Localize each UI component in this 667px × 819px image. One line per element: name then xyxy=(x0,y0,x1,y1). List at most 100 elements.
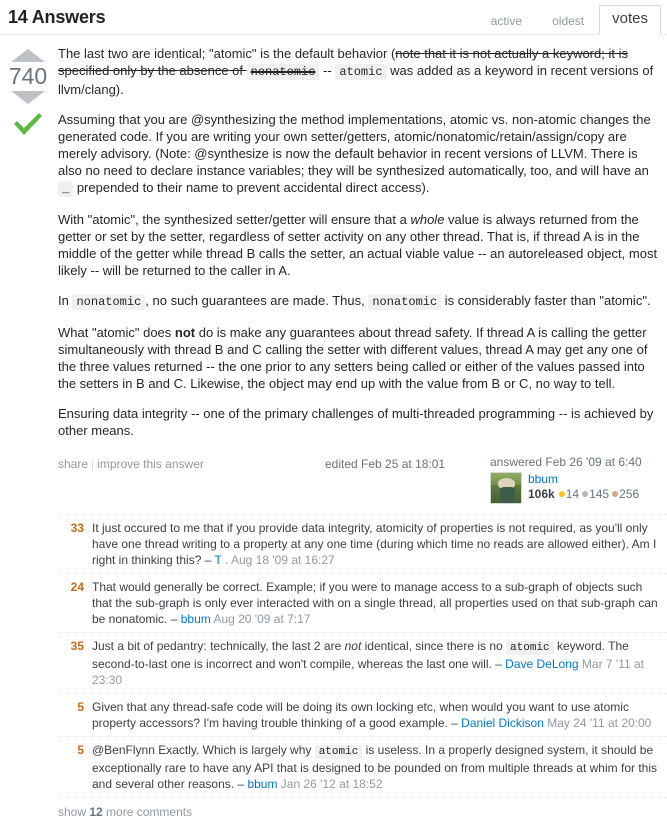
comment-text: That would generally be correct. Example… xyxy=(92,579,667,627)
p2-text-a: Assuming that you are @synthesizing the … xyxy=(58,112,651,178)
post-footer: share | improve this answer edited Feb 25 … xyxy=(58,453,665,504)
comment-body-text: It just occured to me that if you provid… xyxy=(92,521,657,567)
comment-row: 33 It just occured to me that if you prov… xyxy=(58,515,667,574)
answer-paragraph-5: What "atomic" does not do is make any gu… xyxy=(58,324,665,392)
edited-timestamp-link[interactable]: edited Feb 25 at 18:01 xyxy=(325,457,445,471)
p4-code-nonatomic-2: nonatomic xyxy=(368,294,442,310)
answers-page: 14 Answers active oldest votes 740 The l… xyxy=(0,0,667,819)
gold-badge[interactable]: 14 xyxy=(558,487,580,501)
answer-paragraph-3: With "atomic", the synthesized setter/ge… xyxy=(58,211,665,279)
comment-row: 5 @BenFlynn Exactly. Which is largely why… xyxy=(58,737,667,798)
comment-score: 24 xyxy=(70,580,84,594)
share-link[interactable]: share xyxy=(58,457,88,471)
comment-author-dash: – xyxy=(237,777,248,791)
comment-row: 5 Given that any thread-safe code will be… xyxy=(58,694,667,737)
silver-badge-count: 145 xyxy=(589,487,610,501)
p4-code-nonatomic-1: nonatomic xyxy=(72,294,146,310)
answers-header: 14 Answers active oldest votes xyxy=(0,0,667,35)
comment-text: Given that any thread-safe code will be … xyxy=(92,699,667,731)
comment-text: It just occured to me that if you provid… xyxy=(92,520,667,568)
comment-text: Just a bit of pedantry: technically, the… xyxy=(92,638,667,688)
vote-up-arrow-icon[interactable] xyxy=(11,49,45,62)
comment-row: 35 Just a bit of pedantry: technically, t… xyxy=(58,633,667,694)
show-more-comments-link[interactable]: show 12 more comments xyxy=(58,798,667,819)
show-more-count: 12 xyxy=(89,805,103,819)
avatar[interactable] xyxy=(490,472,522,504)
comment-row: 24 That would generally be correct. Examp… xyxy=(58,574,667,633)
tab-votes[interactable]: votes xyxy=(599,5,661,35)
user-name-link[interactable]: bbum xyxy=(528,472,558,486)
comment-score: 35 xyxy=(70,639,84,653)
comment-author-dash: – xyxy=(495,657,506,671)
comment-body-text: Just a bit of pedantry: technically, the… xyxy=(92,639,345,653)
comment-author-dash: – xyxy=(451,716,462,730)
comment-inline-code: atomic xyxy=(506,641,554,655)
p4-text-a: In xyxy=(58,293,73,308)
sort-tabs: active oldest votes xyxy=(476,4,661,35)
user-details: bbum 106k 14 145 256 xyxy=(490,472,665,504)
answer-body: The last two are identical; "atomic" is … xyxy=(56,45,667,504)
bronze-badge-dot-icon xyxy=(612,491,619,497)
p2-code-underscore: _ xyxy=(58,181,74,197)
edited-info: edited Feb 25 at 18:01 xyxy=(325,455,490,471)
vote-down-arrow-icon[interactable] xyxy=(11,91,45,104)
answer-paragraph-6: Ensuring data integrity -- one of the pr… xyxy=(58,406,654,438)
comment-author-dash: – xyxy=(204,553,215,567)
comment-user-link[interactable]: bbum xyxy=(247,777,277,791)
p2-text-b: prepended to their name to prevent accid… xyxy=(73,180,430,195)
comment-timestamp[interactable]: . Aug 18 '09 at 16:27 xyxy=(222,553,335,567)
comment-body-text: @BenFlynn Exactly. Which is largely why xyxy=(92,743,315,757)
page-title: 14 Answers xyxy=(8,7,106,27)
answered-timestamp: answered Feb 26 '09 at 6:40 xyxy=(490,455,642,469)
p4-text-b: , no such guarantees are made. Thus, xyxy=(145,293,369,308)
show-more-suffix: more comments xyxy=(102,805,193,819)
tab-oldest[interactable]: oldest xyxy=(537,8,599,35)
answer-paragraph-2: Assuming that you are @synthesizing the … xyxy=(58,111,665,198)
comment-italic-text: not xyxy=(344,639,362,653)
p1-text-a: The last two are identical; "atomic" is … xyxy=(58,46,396,61)
comment-user-link[interactable]: bbum xyxy=(181,612,211,626)
user-reputation: 106k xyxy=(528,487,555,501)
p1-code-atomic: atomic xyxy=(335,64,387,80)
comment-timestamp[interactable]: Aug 20 '09 at 7:17 xyxy=(211,612,310,626)
comment-body-text: identical, since there is no xyxy=(361,639,507,653)
answerer-card: answered Feb 26 '09 at 6:40 bbum 106k 14 1… xyxy=(490,455,665,504)
improve-answer-link[interactable]: improve this answer xyxy=(97,457,204,471)
comment-inline-code: atomic xyxy=(314,745,363,759)
p5-text-a: What "atomic" does xyxy=(58,325,175,340)
gold-badge-dot-icon xyxy=(558,491,565,497)
silver-badge[interactable]: 145 xyxy=(582,487,609,501)
vote-count: 740 xyxy=(8,63,48,89)
avatar-body xyxy=(500,487,515,503)
p4-text-c: is considerably faster than "atomic". xyxy=(441,293,651,308)
comment-user-link[interactable]: Daniel Dickison xyxy=(461,716,544,730)
comment-user-link[interactable]: Dave DeLong xyxy=(505,657,578,671)
answer-post: 740 The last two are identical; "atomic"… xyxy=(0,35,667,504)
bronze-badge-count: 256 xyxy=(619,487,640,501)
comment-score: 5 xyxy=(77,700,84,714)
show-more-comments-row: show 12 more comments xyxy=(58,798,667,819)
comment-user-link[interactable]: T xyxy=(215,553,222,567)
user-reputation-row: 106k 14 145 256 xyxy=(528,487,642,502)
p3-italic-whole: whole xyxy=(410,212,445,227)
p1-text-b: -- xyxy=(319,63,336,78)
comment-timestamp[interactable]: Jan 26 '12 at 18:52 xyxy=(277,777,383,791)
bronze-badge[interactable]: 256 xyxy=(612,487,639,501)
gold-badge-count: 14 xyxy=(565,487,580,501)
comment-timestamp[interactable]: May 24 '11 at 20:00 xyxy=(544,716,651,730)
vote-cell: 740 xyxy=(0,45,56,504)
accepted-answer-checkmark-icon[interactable] xyxy=(0,110,56,138)
comment-author-dash: – xyxy=(170,612,181,626)
comments-list: 33 It just occured to me that if you prov… xyxy=(58,514,667,798)
silver-badge-dot-icon xyxy=(582,491,589,497)
user-info: bbum 106k 14 145 256 xyxy=(528,472,642,504)
show-more-prefix: show xyxy=(58,805,90,819)
answer-paragraph-1: The last two are identical; "atomic" is … xyxy=(58,45,665,98)
p3-text-a: With "atomic", the synthesized setter/ge… xyxy=(58,212,411,227)
p5-bold-not: not xyxy=(174,325,196,340)
tab-active[interactable]: active xyxy=(476,8,537,35)
comment-score: 33 xyxy=(70,521,84,535)
post-menu: share | improve this answer xyxy=(58,455,325,471)
menu-separator: | xyxy=(91,457,95,471)
answer-paragraph-4: In nonatomic, no such guarantees are mad… xyxy=(58,292,665,311)
